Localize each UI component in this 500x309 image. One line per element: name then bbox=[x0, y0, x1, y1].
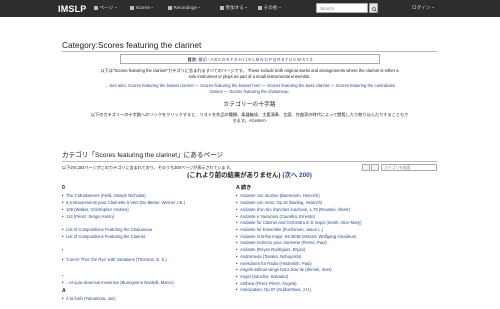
list-item[interactable]: ...et quia devenius movenius (Buongiorno… bbox=[62, 280, 232, 287]
nav-other-label: その他 bbox=[263, 5, 278, 10]
list-item[interactable]: Andante con duolore (Baermann, Heinrich) bbox=[236, 193, 406, 200]
list-item[interactable]: Antheia (Pérez Pérez, Ángela) bbox=[236, 281, 406, 288]
nav-scores-menu[interactable]: Scores bbox=[130, 5, 154, 11]
chevron-down-icon bbox=[278, 7, 281, 9]
list-item[interactable]: Andante-Scherzo pour clarinette (Pierné,… bbox=[236, 240, 406, 247]
listing-section-title: カテゴリ「Scores featuring the clarinet」にあるペー… bbox=[62, 152, 224, 159]
category-filter-input[interactable]: カテゴリを検索 bbox=[381, 164, 437, 171]
list-item[interactable]: Andromeda (Tanaka, Nobuyoshi) bbox=[236, 254, 406, 261]
nav-participate-menu[interactable]: 参加する bbox=[220, 5, 248, 11]
gear-icon bbox=[258, 5, 262, 10]
nav-recordings-label: Recordings bbox=[173, 5, 197, 10]
page-count: 以下の5,254ページがこのカテゴリに含まれており、そのうち200ページが表示さ… bbox=[62, 165, 234, 170]
letter-heading: ' bbox=[62, 248, 64, 255]
listing-column-right: A 続き Andante con duolore (Baermann, Hein… bbox=[236, 184, 406, 294]
view-toggle-button[interactable] bbox=[362, 164, 370, 171]
list-item[interactable]: 6,5 Mouvements pour Clarinette à Vent (D… bbox=[62, 200, 232, 207]
letter-heading: 0 bbox=[62, 185, 65, 191]
index-prefix: 目次: bbox=[187, 57, 198, 62]
alphabet-index: 目次: 最初 - A B C D E F G H I J K L M N O P… bbox=[120, 54, 380, 64]
see-also-line-1[interactable]: → See also: Scores featuring the basset … bbox=[62, 83, 437, 89]
list-item[interactable]: Andante in B-flat major, K6.384B (Mozart… bbox=[236, 234, 406, 241]
next-results-link[interactable]: (次へ 200) bbox=[282, 172, 311, 179]
chevron-down-icon bbox=[198, 7, 201, 9]
sort-toggle-button[interactable] bbox=[371, 164, 379, 171]
list-item[interactable]: 108 (Walker, Christopher Andrew) bbox=[62, 207, 232, 214]
list-item[interactable]: Anekdoten für Radio (Hindemith, Paul) bbox=[236, 261, 406, 268]
nav-scores-label: Scores bbox=[135, 5, 150, 10]
intro-line-2: solo instrument or plays as part of a sm… bbox=[188, 73, 311, 79]
chevron-down-icon bbox=[245, 7, 248, 9]
list-item[interactable]: Andante for Clarinet and Orchestra in D … bbox=[236, 220, 406, 227]
music-icon bbox=[168, 5, 172, 10]
search-icon bbox=[372, 6, 377, 12]
page-title: Category:Scores featuring the clarinet bbox=[62, 40, 202, 50]
imslp-logo[interactable]: IMSLP bbox=[58, 3, 87, 15]
login-menu[interactable]: ログイン bbox=[412, 5, 434, 11]
nav-recordings-menu[interactable]: Recordings bbox=[168, 5, 201, 11]
search-placeholder: Search bbox=[320, 6, 334, 12]
list-item[interactable]: The 3 Musketeers (Field, Joseph Nicholas… bbox=[62, 193, 232, 200]
top-navbar: IMSLP ページ Scores Recordings 参加する その他 Sea… bbox=[0, 0, 500, 17]
listing-divider bbox=[62, 161, 437, 162]
book-icon bbox=[94, 5, 98, 10]
pagination: (これより前の結果がありません) (次へ 200) bbox=[62, 172, 437, 181]
list-item[interactable]: Andante (Reyes Rodríguez, Bryan) bbox=[236, 247, 406, 254]
chevron-down-icon bbox=[114, 7, 117, 9]
list-item[interactable]: List of Compositions Featuring the Clari… bbox=[62, 234, 232, 241]
chevron-down-icon bbox=[151, 7, 154, 9]
list-item[interactable]: List of Compositions Featuring the Chalu… bbox=[62, 227, 232, 234]
list-item[interactable]: Angels without wings but a bow tie (Klim… bbox=[236, 267, 406, 274]
search-button[interactable] bbox=[369, 3, 378, 13]
index-letters[interactable]: 最初 - A B C D E F G H I J K L M N O P Q R… bbox=[198, 57, 312, 62]
letter-heading: A 続き bbox=[236, 185, 252, 191]
list-item[interactable]: Anticipation, Op.97 (Guilberthuis, J.H.) bbox=[236, 287, 406, 294]
see-also-line-2[interactable]: clarinet — Scores featuring the chalumea… bbox=[62, 89, 437, 95]
pencil-icon bbox=[220, 5, 224, 10]
letter-heading: A bbox=[62, 287, 66, 294]
list-item[interactable]: Andante d'un trio d'anches inachevé, L.7… bbox=[236, 207, 406, 214]
nav-other-menu[interactable]: その他 bbox=[258, 5, 281, 11]
nav-participate-label: 参加する bbox=[225, 5, 244, 10]
list-item[interactable]: 114 (Pérez, Sergio Aarón) bbox=[62, 214, 232, 221]
list-item[interactable]: 'Comin' Thro' the Rye' with Variations (… bbox=[62, 257, 232, 264]
category-intro: 以下は"Scores featuring the clarinet"カテゴリに含… bbox=[62, 68, 437, 79]
login-label: ログイン bbox=[412, 5, 431, 10]
intro-line-1: 以下は"Scores featuring the clarinet"カテゴリに含… bbox=[100, 68, 399, 73]
title-divider bbox=[62, 51, 437, 52]
list-item[interactable]: Andante for Ensemble (Fuchsman, Jason L.… bbox=[236, 227, 406, 234]
crossroads-title: カテゴリーの十字路 bbox=[223, 102, 276, 108]
list-item[interactable]: Andante e Variazioni (Cavallini, Ernesto… bbox=[236, 214, 406, 221]
listing-column-left: 0 The 3 Musketeers (Field, Joseph Nichol… bbox=[62, 184, 232, 303]
list-item[interactable]: Angel (Sanchis, Salvador) bbox=[236, 274, 406, 281]
nav-page-label: ページ bbox=[99, 5, 114, 10]
crossroads-line-2: きます。</center> bbox=[232, 117, 267, 123]
nav-page-menu[interactable]: ページ bbox=[94, 5, 117, 11]
score-icon bbox=[130, 5, 134, 10]
crossroads-line-1: 以下のカテゴリーの十字路へのリンクをクリックすると、リストを作品の種類、楽器編成… bbox=[90, 112, 409, 117]
see-also: → See also: Scores featuring the basset … bbox=[62, 83, 437, 94]
list-item[interactable]: À la forêt (Yamamoto, Jun) bbox=[62, 296, 232, 303]
list-item[interactable]: Andante con moto, Op.15 (Bading, Heinric… bbox=[236, 200, 406, 207]
chevron-down-icon bbox=[431, 7, 434, 9]
search-input[interactable]: Search bbox=[316, 3, 368, 13]
prev-results: (これより前の結果がありません) bbox=[187, 172, 281, 179]
letter-heading: . bbox=[62, 271, 64, 278]
crossroads-text: 以下のカテゴリーの十字路へのリンクをクリックすると、リストを作品の種類、楽器編成… bbox=[62, 112, 437, 123]
